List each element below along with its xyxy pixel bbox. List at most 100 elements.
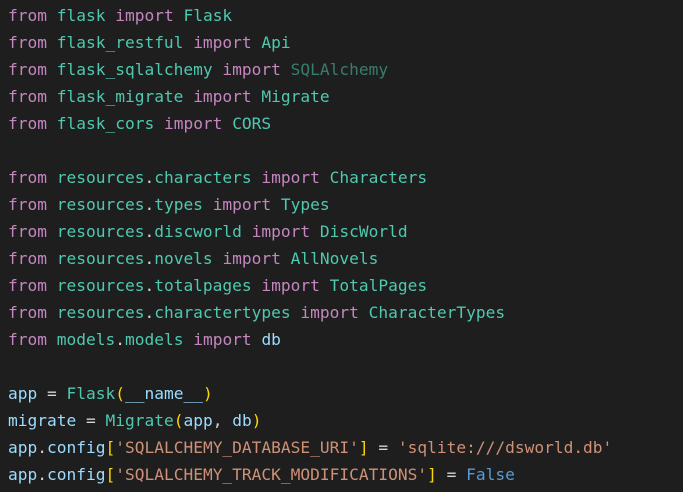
code-token-module: charactertypes [154, 303, 291, 322]
code-token-module: flask_restful [56, 33, 184, 52]
code-token-module: resources [56, 222, 145, 241]
code-token-module: flask_cors [56, 114, 155, 133]
code-token-bracket: ) [251, 411, 262, 430]
code-line[interactable]: from resources.discworld import DiscWorl… [0, 218, 683, 245]
code-token-module: resources [56, 168, 145, 187]
code-token-str: 'SQLALCHEMY_DATABASE_URI' [115, 438, 359, 457]
code-token-module: characters [154, 168, 252, 187]
code-token-var: config [47, 465, 106, 484]
code-token-bracket: [ [105, 438, 116, 457]
code-token-class: AllNovels [290, 249, 379, 268]
code-token-keyword: import [222, 249, 281, 268]
code-line[interactable]: from resources.charactertypes import Cha… [0, 299, 683, 326]
code-token-var: db [261, 330, 281, 349]
code-editor[interactable]: from flask import Flask from flask_restfu… [0, 0, 683, 492]
code-line[interactable] [0, 353, 683, 380]
code-token-plain: = [436, 465, 467, 484]
code-token-module: resources [56, 303, 145, 322]
code-token-plain: . [144, 168, 155, 187]
code-line[interactable]: from flask_restful import Api [0, 29, 683, 56]
code-token-keyword: from [8, 276, 47, 295]
code-token-plain: . [144, 195, 155, 214]
code-token-keyword: from [8, 303, 47, 322]
code-token-str: 'SQLALCHEMY_TRACK_MODIFICATIONS' [115, 465, 428, 484]
code-line[interactable]: from models.models import db [0, 326, 683, 353]
code-token-keyword: import [212, 195, 272, 214]
code-line[interactable]: app.config['SQLALCHEMY_DATABASE_URI'] = … [0, 434, 683, 461]
code-token-module: models [124, 330, 184, 349]
code-token-bracket: ( [173, 411, 184, 430]
code-token-var: app [183, 411, 213, 430]
code-token-plain: = [76, 411, 106, 430]
code-line[interactable]: migrate = Migrate(app, db) [0, 407, 683, 434]
code-token-module: discworld [154, 222, 242, 241]
code-token-module: models [56, 330, 116, 349]
code-token-plain: . [37, 465, 47, 484]
code-token-keyword: from [8, 114, 47, 133]
code-token-keyword: from [8, 60, 47, 79]
code-token-keyword: import [222, 60, 281, 79]
code-token-keyword: from [8, 168, 47, 187]
code-token-module: types [154, 195, 203, 214]
code-token-class: CORS [232, 114, 272, 133]
code-token-func: Flask [66, 384, 116, 403]
code-token-module: novels [154, 249, 213, 268]
code-token-var: db [232, 411, 252, 430]
code-token-dunder: __name__ [124, 384, 203, 403]
code-token-keyword: import [251, 222, 311, 241]
code-line[interactable]: from resources.characters import Charact… [0, 164, 683, 191]
code-token-plain: . [115, 330, 125, 349]
code-token-keyword: from [8, 330, 47, 349]
code-line[interactable]: from flask_migrate import Migrate [0, 83, 683, 110]
code-line[interactable]: from resources.totalpages import TotalPa… [0, 272, 683, 299]
code-token-class: CharacterTypes [368, 303, 506, 322]
code-token-plain: . [144, 222, 155, 241]
code-token-keyword: import [300, 303, 359, 322]
code-token-class: TotalPages [329, 276, 428, 295]
code-line[interactable]: from flask import Flask [0, 2, 683, 29]
code-token-plain: , [212, 411, 233, 430]
code-token-plain: . [37, 438, 47, 457]
code-token-keyword: from [8, 222, 47, 241]
code-token-keyword: import [193, 87, 252, 106]
code-token-keyword: from [8, 195, 47, 214]
code-token-func: Migrate [105, 411, 174, 430]
code-line[interactable]: from flask_sqlalchemy import SQLAlchemy [0, 56, 683, 83]
code-token-class: Migrate [261, 87, 330, 106]
code-line[interactable]: app = Flask(__name__) [0, 380, 683, 407]
code-token-plain: . [144, 249, 155, 268]
code-line[interactable]: from flask_cors import CORS [0, 110, 683, 137]
code-token-keyword: from [8, 33, 47, 52]
code-token-keyword: import [115, 6, 174, 25]
code-token-keyword: from [8, 249, 47, 268]
code-token-keyword: from [8, 6, 47, 25]
code-line[interactable] [0, 137, 683, 164]
code-line[interactable]: app.config['SQLALCHEMY_TRACK_MODIFICATIO… [0, 461, 683, 488]
code-token-keyword: import [163, 114, 223, 133]
code-line[interactable]: from resources.novels import AllNovels [0, 245, 683, 272]
code-token-var: migrate [8, 411, 77, 430]
code-line[interactable]: from resources.types import Types [0, 191, 683, 218]
code-token-keyword: from [8, 87, 47, 106]
